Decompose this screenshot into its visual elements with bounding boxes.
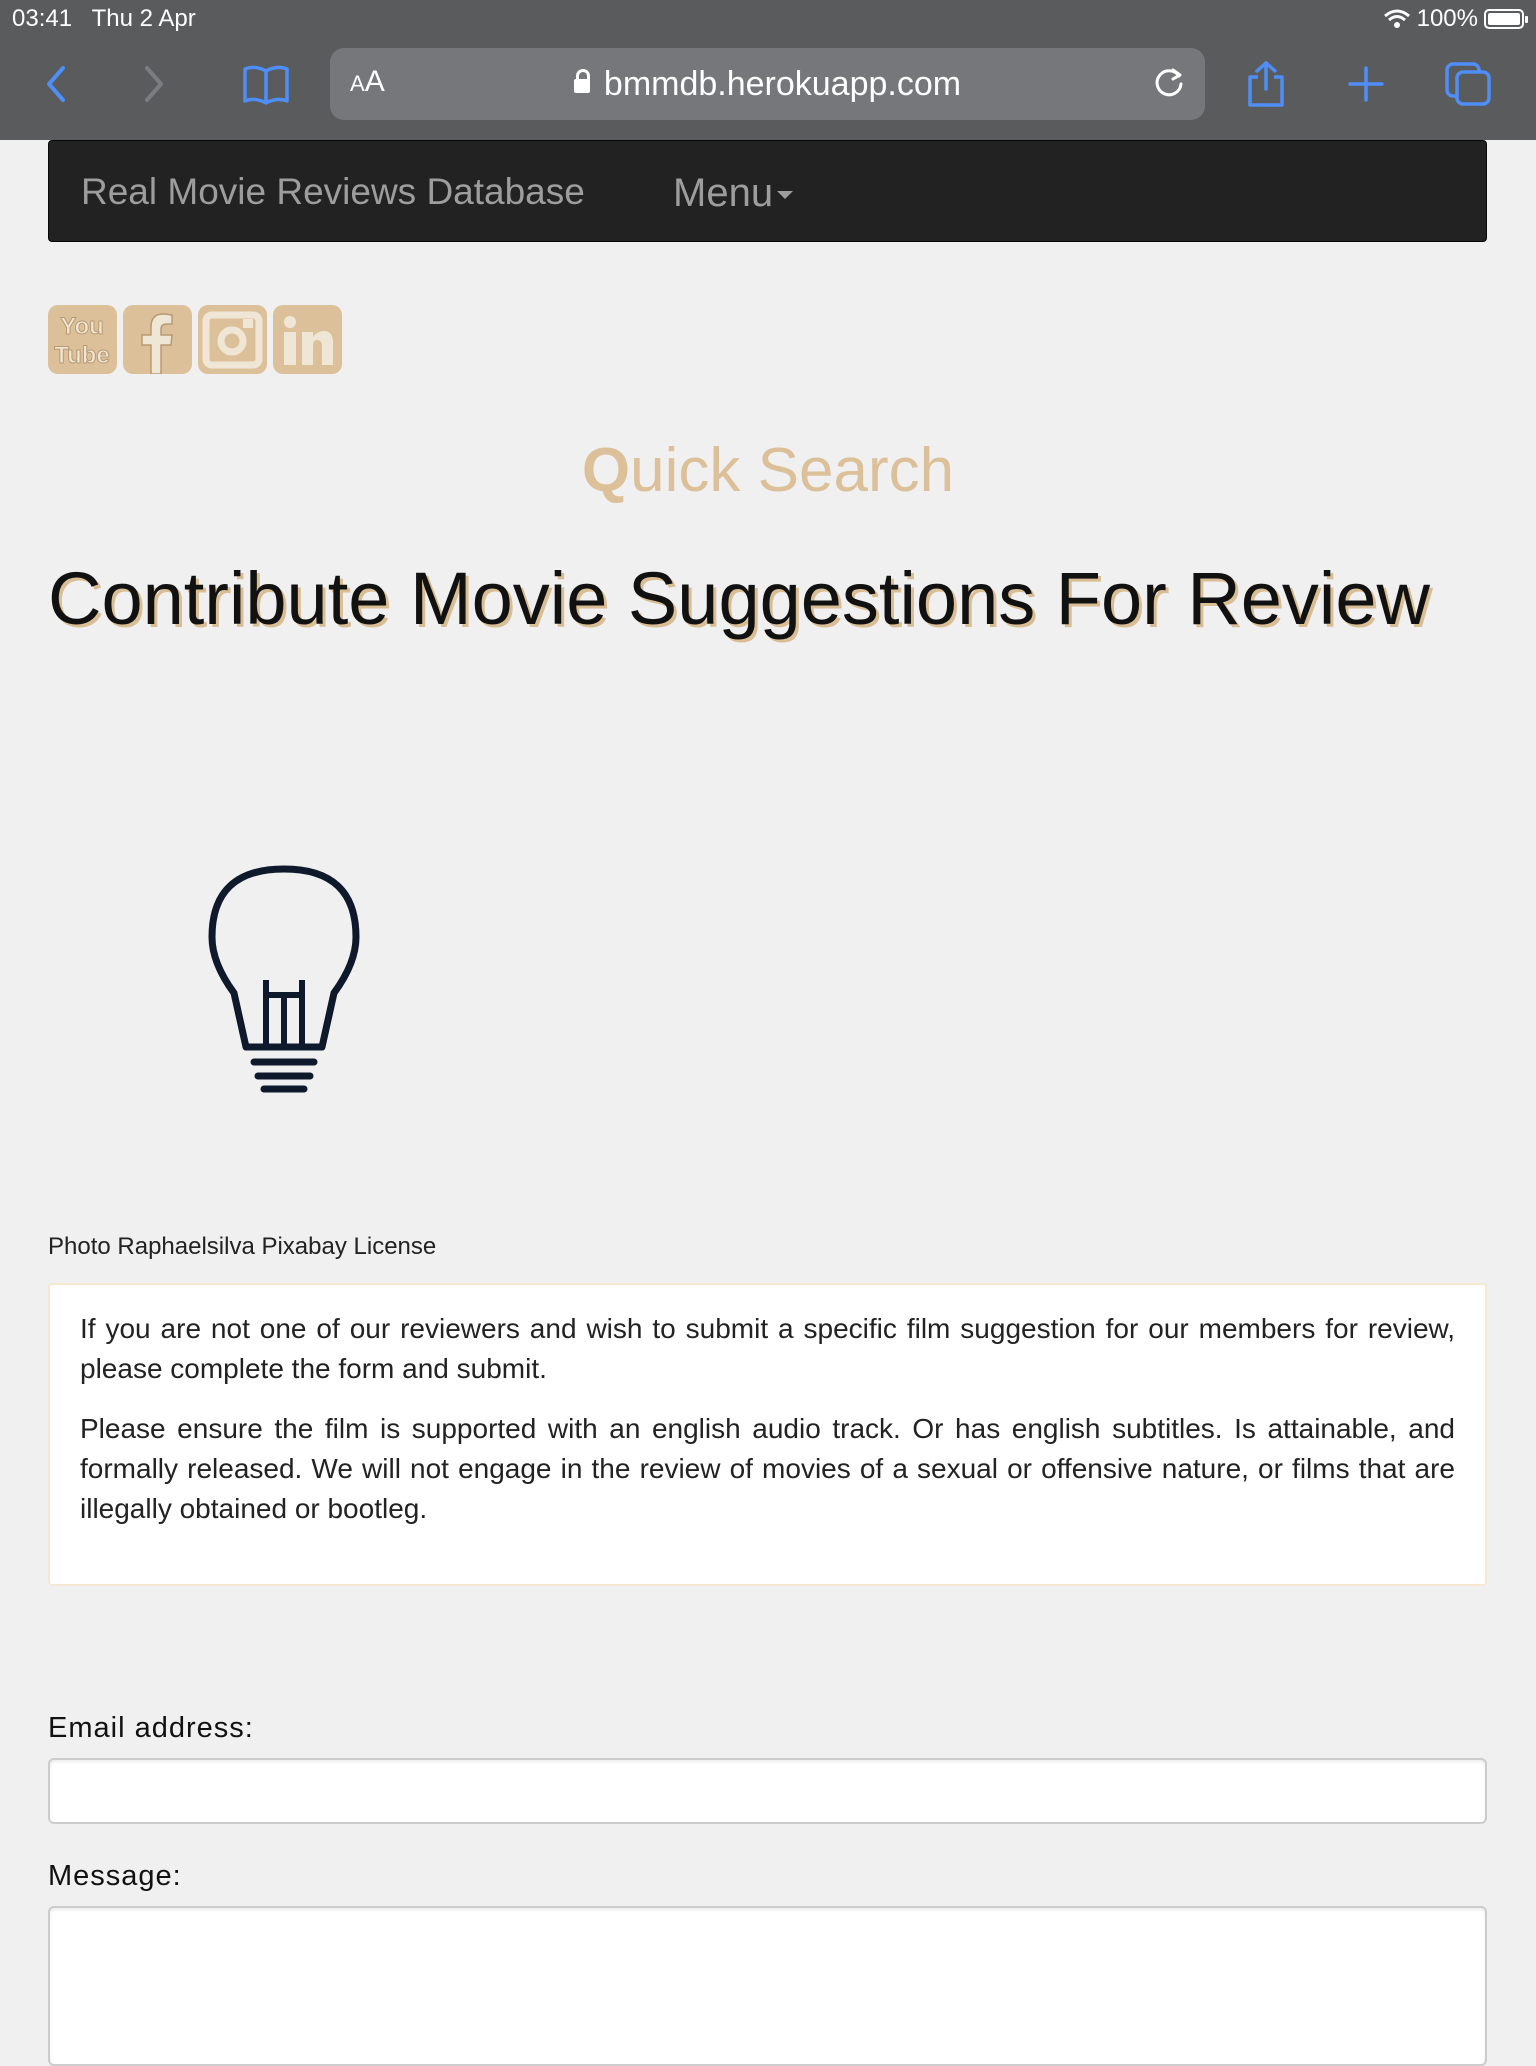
wifi-icon	[1383, 9, 1410, 28]
menu-dropdown[interactable]: Menu	[673, 171, 794, 216]
bookmarks-icon[interactable]	[238, 52, 294, 116]
menu-label: Menu	[673, 171, 774, 215]
status-time: 03:41	[12, 5, 73, 32]
info-panel: If you are not one of our reviewers and …	[48, 1283, 1487, 1586]
svg-text:Tube: Tube	[54, 342, 110, 369]
info-paragraph-1: If you are not one of our reviewers and …	[80, 1313, 1455, 1384]
lock-icon	[573, 69, 590, 93]
caret-down-icon	[777, 191, 794, 200]
linkedin-icon[interactable]	[273, 305, 342, 374]
photo-caption: Photo Raphaelsilva Pixabay License	[48, 1233, 437, 1260]
quick-search-label: uick Search	[630, 436, 955, 505]
share-icon[interactable]	[1238, 52, 1294, 116]
page-title: Contribute Movie Suggestions For Review	[48, 557, 1430, 640]
email-field[interactable]	[48, 1758, 1487, 1824]
instagram-icon[interactable]	[198, 305, 267, 374]
site-navbar: Real Movie Reviews Database Menu	[48, 140, 1487, 242]
lightbulb-icon	[208, 865, 360, 1100]
email-label: Email address:	[48, 1712, 254, 1744]
social-links: You Tube	[48, 305, 342, 374]
forward-icon[interactable]	[126, 52, 182, 116]
back-icon[interactable]	[28, 52, 84, 116]
tabs-icon[interactable]	[1440, 52, 1496, 116]
new-tab-icon[interactable]	[1338, 52, 1394, 116]
url-display[interactable]: bmmdb.herokuapp.com	[330, 65, 1205, 104]
browser-chrome: 03:41 Thu 2 Apr 100% AA bmmdb.herokuapp.…	[0, 0, 1536, 140]
status-date: Thu 2 Apr	[91, 5, 196, 32]
message-field[interactable]	[48, 1906, 1487, 2066]
battery-icon	[1484, 9, 1528, 29]
brand-link[interactable]: Real Movie Reviews Database	[81, 171, 585, 213]
quick-search-q: Q	[581, 436, 631, 505]
youtube-icon[interactable]: You Tube	[48, 305, 117, 374]
battery-percent: 100%	[1416, 5, 1478, 32]
facebook-icon[interactable]	[123, 305, 192, 374]
status-bar-time: 03:41 Thu 2 Apr	[12, 5, 196, 33]
message-label: Message:	[48, 1860, 182, 1892]
info-paragraph-2: Please ensure the film is supported with…	[80, 1413, 1455, 1524]
address-bar[interactable]: AA bmmdb.herokuapp.com	[330, 48, 1205, 120]
status-bar-right: 100%	[1383, 5, 1528, 33]
url-text: bmmdb.herokuapp.com	[603, 65, 962, 103]
svg-text:You: You	[60, 313, 104, 340]
reload-icon[interactable]	[1149, 62, 1189, 107]
quick-search-link[interactable]: Quick Search	[0, 435, 1536, 506]
